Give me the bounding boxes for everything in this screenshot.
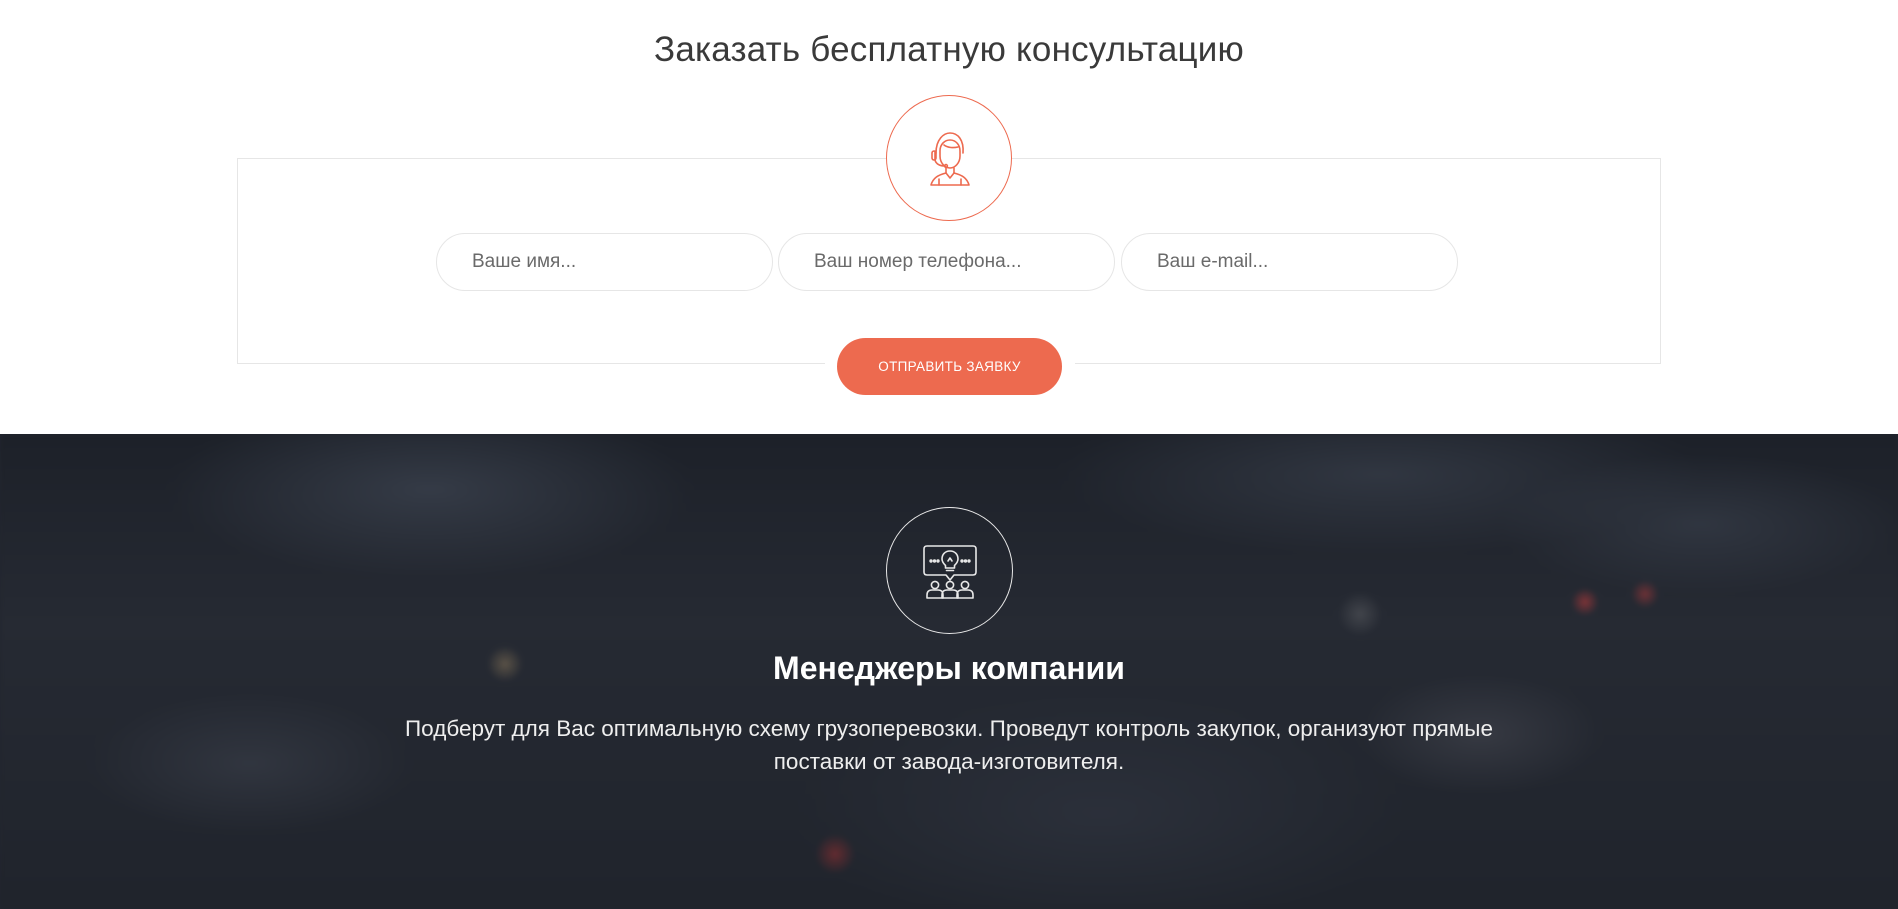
consultation-title: Заказать бесплатную консультацию bbox=[653, 30, 1245, 69]
page: Заказать бесплатную консультацию Ваше им… bbox=[0, 0, 1898, 909]
phone-input[interactable] bbox=[778, 233, 1115, 291]
name-input[interactable] bbox=[436, 233, 773, 291]
email-input[interactable] bbox=[1121, 233, 1458, 291]
submit-request-button[interactable]: ОТПРАВИТЬ ЗАЯВКУ bbox=[837, 338, 1062, 395]
team-idea-icon bbox=[886, 507, 1013, 634]
operator-headset-icon bbox=[886, 95, 1012, 221]
managers-title: Менеджеры компании bbox=[773, 650, 1125, 686]
managers-description: Подберут для Вас оптимальную схему грузо… bbox=[405, 716, 1493, 774]
consultation-section: Заказать бесплатную консультацию Ваше им… bbox=[0, 0, 1898, 434]
managers-section: Менеджеры компании Подберут для Вас опти… bbox=[0, 434, 1898, 909]
